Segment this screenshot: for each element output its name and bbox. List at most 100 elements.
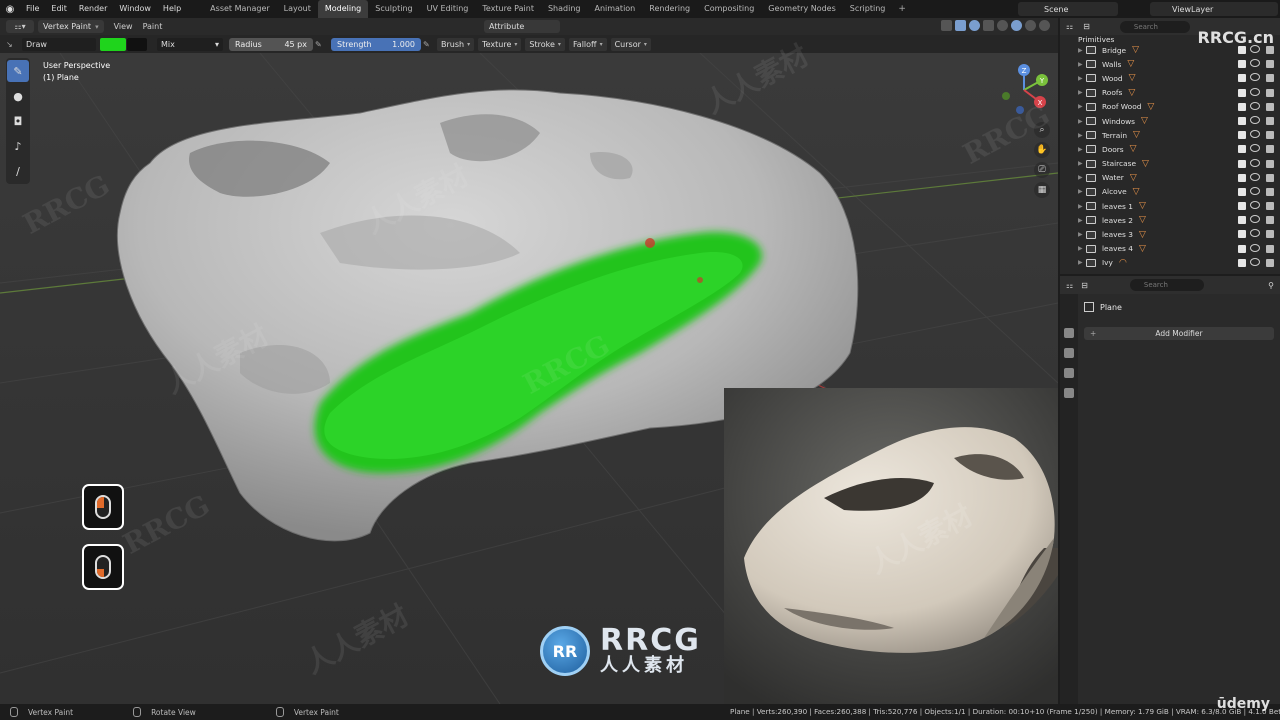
expand-arrow-icon[interactable]: ▶: [1078, 89, 1086, 96]
exclude-checkbox[interactable]: [1238, 102, 1246, 111]
render-camera-icon[interactable]: [1266, 131, 1274, 140]
render-camera-icon[interactable]: [1266, 145, 1274, 154]
visibility-eye-icon[interactable]: [1250, 257, 1260, 266]
tab-compositing[interactable]: Compositing: [697, 0, 761, 18]
radius-slider[interactable]: Radius 45 px: [229, 37, 313, 51]
expand-arrow-icon[interactable]: ▶: [1078, 75, 1086, 82]
blur-tool-icon[interactable]: ●: [7, 85, 29, 107]
outliner-row-water[interactable]: ▶ Water ▽: [1060, 171, 1280, 185]
render-camera-icon[interactable]: [1266, 173, 1274, 182]
render-tab-icon[interactable]: [1064, 348, 1074, 358]
outliner-panel[interactable]: ⚏ ⊟ Search Primitives ▶ Bridge ▽ ▶ Walls ▽ ▶…: [1060, 18, 1280, 274]
outliner-row-leaves-2[interactable]: ▶ leaves 2 ▽: [1060, 213, 1280, 227]
exclude-checkbox[interactable]: [1238, 159, 1246, 168]
overlay-toggle-icon[interactable]: [969, 20, 980, 31]
expand-arrow-icon[interactable]: ▶: [1078, 203, 1086, 210]
tab-geometry-nodes[interactable]: Geometry Nodes: [761, 0, 842, 18]
add-modifier-button[interactable]: + Add Modifier: [1084, 327, 1274, 340]
visibility-eye-icon[interactable]: [1250, 144, 1260, 153]
menu-render[interactable]: Render: [73, 0, 113, 18]
tab-uv-editing[interactable]: UV Editing: [420, 0, 476, 18]
stroke-dropdown[interactable]: Stroke ▾: [525, 37, 565, 51]
render-camera-icon[interactable]: [1266, 244, 1274, 253]
outliner-editor-icon[interactable]: ⚏: [1066, 22, 1073, 31]
exclude-checkbox[interactable]: [1238, 258, 1246, 267]
exclude-checkbox[interactable]: [1238, 230, 1246, 239]
expand-arrow-icon[interactable]: ▶: [1078, 61, 1086, 68]
outliner-search-input[interactable]: Search: [1119, 20, 1190, 33]
outliner-row-doors[interactable]: ▶ Doors ▽: [1060, 142, 1280, 156]
editor-type-icon[interactable]: ⚏▾: [6, 20, 34, 33]
mode-selector[interactable]: Vertex Paint ▾: [38, 20, 104, 33]
exclude-checkbox[interactable]: [1238, 216, 1246, 225]
view-layer-selector[interactable]: ViewLayer: [1150, 2, 1278, 16]
visibility-eye-icon[interactable]: [1250, 172, 1260, 181]
expand-arrow-icon[interactable]: ▶: [1078, 103, 1086, 110]
expand-arrow-icon[interactable]: ▶: [1078, 217, 1086, 224]
visibility-eye-icon[interactable]: [1250, 101, 1260, 110]
visibility-eye-icon[interactable]: [1250, 215, 1260, 224]
outliner-row-leaves-4[interactable]: ▶ leaves 4 ▽: [1060, 242, 1280, 256]
outliner-row-wood[interactable]: ▶ Wood ▽: [1060, 71, 1280, 85]
outliner-row-windows[interactable]: ▶ Windows ▽: [1060, 114, 1280, 128]
average-tool-icon[interactable]: ◘: [7, 110, 29, 132]
tab-layout[interactable]: Layout: [277, 0, 318, 18]
blend-mode-selector[interactable]: Mix ▾: [157, 37, 223, 51]
visibility-eye-icon[interactable]: [1250, 201, 1260, 210]
menu-paint[interactable]: Paint: [143, 22, 163, 31]
exclude-checkbox[interactable]: [1238, 173, 1246, 182]
tab-scripting[interactable]: Scripting: [843, 0, 893, 18]
visibility-eye-icon[interactable]: [1250, 158, 1260, 167]
outliner-row-terrain[interactable]: ▶ Terrain ▽: [1060, 128, 1280, 142]
render-camera-icon[interactable]: [1266, 216, 1274, 225]
expand-arrow-icon[interactable]: ▶: [1078, 259, 1086, 266]
rendered-shading-icon[interactable]: [1039, 20, 1050, 31]
expand-arrow-icon[interactable]: ▶: [1078, 146, 1086, 153]
render-camera-icon[interactable]: [1266, 88, 1274, 97]
outliner-row-ivy[interactable]: ▶ Ivy ◠: [1060, 256, 1280, 270]
exclude-checkbox[interactable]: [1238, 145, 1246, 154]
expand-arrow-icon[interactable]: ▶: [1078, 47, 1086, 54]
outliner-row-leaves-3[interactable]: ▶ leaves 3 ▽: [1060, 227, 1280, 241]
brush-icon[interactable]: ↘: [6, 40, 20, 49]
expand-arrow-icon[interactable]: ▶: [1078, 118, 1086, 125]
menu-view[interactable]: View: [114, 22, 133, 31]
draw-brush-tool-icon[interactable]: ✎: [7, 60, 29, 82]
expand-arrow-icon[interactable]: ▶: [1078, 231, 1086, 238]
primary-color-swatch[interactable]: [100, 37, 126, 51]
outliner-row-leaves-1[interactable]: ▶ leaves 1 ▽: [1060, 199, 1280, 213]
tab-texture-paint[interactable]: Texture Paint: [475, 0, 541, 18]
menu-help[interactable]: Help: [157, 0, 187, 18]
exclude-checkbox[interactable]: [1238, 60, 1246, 69]
visibility-eye-icon[interactable]: [1250, 115, 1260, 124]
visibility-eye-icon[interactable]: [1250, 59, 1260, 68]
tab-sculpting[interactable]: Sculpting: [368, 0, 419, 18]
exclude-checkbox[interactable]: [1238, 88, 1246, 97]
camera-view-icon[interactable]: ⎚: [1034, 162, 1050, 178]
filter-icon[interactable]: ⊟: [1083, 22, 1090, 31]
falloff-dropdown[interactable]: Falloff ▾: [568, 37, 607, 51]
render-camera-icon[interactable]: [1266, 74, 1274, 83]
expand-arrow-icon[interactable]: ▶: [1078, 132, 1086, 139]
pin-icon[interactable]: ⚲: [1268, 281, 1274, 290]
exclude-checkbox[interactable]: [1238, 116, 1246, 125]
properties-options-icon[interactable]: ⊟: [1081, 281, 1088, 290]
visibility-icon[interactable]: [941, 20, 952, 31]
outliner-row-walls[interactable]: ▶ Walls ▽: [1060, 57, 1280, 71]
modifier-tab-icon[interactable]: [1064, 388, 1074, 398]
visibility-eye-icon[interactable]: [1250, 186, 1260, 195]
exclude-checkbox[interactable]: [1238, 74, 1246, 83]
outliner-row-roof-wood[interactable]: ▶ Roof Wood ▽: [1060, 100, 1280, 114]
tab-modeling[interactable]: Modeling: [317, 0, 369, 18]
3d-viewport[interactable]: ⚏▾ Vertex Paint ▾ View Paint Attribute ↘…: [0, 18, 1058, 704]
visibility-eye-icon[interactable]: [1250, 87, 1260, 96]
render-camera-icon[interactable]: [1266, 60, 1274, 69]
xray-icon[interactable]: [983, 20, 994, 31]
expand-arrow-icon[interactable]: ▶: [1078, 245, 1086, 252]
perspective-toggle-icon[interactable]: ▦: [1034, 182, 1050, 198]
gizmo-toggle-icon[interactable]: [955, 20, 966, 31]
exclude-checkbox[interactable]: [1238, 46, 1246, 54]
outliner-row-staircase[interactable]: ▶ Staircase ▽: [1060, 157, 1280, 171]
solid-shading-icon[interactable]: [1011, 20, 1022, 31]
pressure-pen-icon[interactable]: ✎: [315, 40, 325, 49]
